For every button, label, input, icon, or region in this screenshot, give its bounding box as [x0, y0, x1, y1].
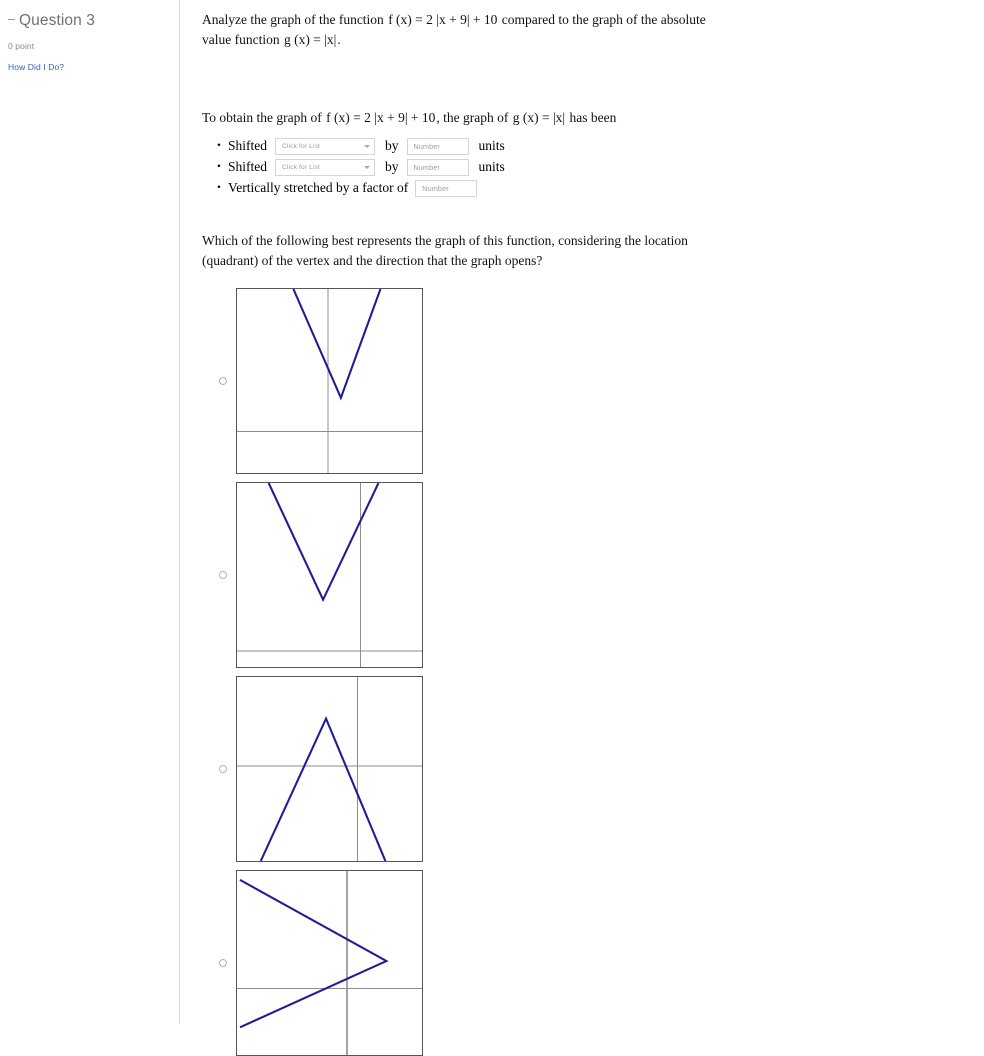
- option-b-graph[interactable]: [236, 482, 423, 668]
- option-row-a[interactable]: [202, 288, 984, 474]
- option-a-radio[interactable]: [219, 377, 227, 385]
- shift-direction-select-2-placeholder: Click for List: [282, 163, 321, 171]
- question-header[interactable]: Question 3: [0, 12, 179, 30]
- shift-label-1: Shifted: [228, 138, 267, 153]
- vertical-stretch-label: Vertically stretched by a factor of: [228, 180, 409, 195]
- prompt-intro-period: .: [337, 32, 341, 47]
- prompt-intro-paragraph: Analyze the graph of the function f (x) …: [202, 10, 732, 50]
- shift-direction-select-1[interactable]: Click for List: [275, 137, 375, 155]
- question-body: Analyze the graph of the function f (x) …: [180, 0, 984, 1056]
- question-page: Question 3 0 point How Did I Do? Analyze…: [0, 0, 984, 1056]
- question-points: 0 point: [8, 41, 35, 51]
- chevron-down-icon: [364, 165, 370, 169]
- choice-question-paragraph: Which of the following best represents t…: [202, 233, 688, 268]
- option-d-graph[interactable]: [236, 870, 423, 1056]
- option-row-b[interactable]: [202, 482, 984, 668]
- function-g-expression-1: g (x) = |x|: [283, 32, 337, 47]
- transform-intro-lead: To obtain the graph of: [202, 110, 322, 125]
- graph-options-group: [202, 288, 984, 1056]
- question-sidebar: Question 3 0 point How Did I Do?: [0, 0, 180, 1024]
- option-c-graph[interactable]: [236, 676, 423, 862]
- vertical-stretch-input[interactable]: [415, 179, 478, 197]
- prompt-intro-lead: Analyze the graph of the function: [202, 12, 384, 27]
- option-c-radio[interactable]: [219, 765, 227, 773]
- chevron-down-icon: [364, 144, 370, 148]
- option-row-d[interactable]: [202, 870, 984, 1056]
- collapse-dash-icon[interactable]: [8, 19, 15, 20]
- transform-intro-paragraph: To obtain the graph of f (x) = 2 |x + 9|…: [202, 108, 732, 128]
- option-a-graph[interactable]: [236, 288, 423, 474]
- how-did-i-do-link[interactable]: How Did I Do?: [0, 51, 179, 72]
- transform-answer-list: Shifted Click for List by units Shifted …: [202, 136, 984, 198]
- option-d-radio[interactable]: [219, 959, 227, 967]
- by-label-2: by: [385, 159, 399, 174]
- transform-intro-trail: has been: [569, 110, 617, 125]
- shift-label-2: Shifted: [228, 159, 267, 174]
- option-b-radio[interactable]: [219, 571, 227, 579]
- units-label-1: units: [478, 138, 505, 153]
- transform-row-2: Shifted Click for List by units: [228, 157, 984, 177]
- transform-intro-middle: , the graph of: [436, 110, 509, 125]
- function-f-expression-2: f (x) = 2 |x + 9| + 10: [326, 110, 436, 125]
- shift-amount-input-1[interactable]: [406, 137, 469, 155]
- function-f-expression-1: f (x) = 2 |x + 9| + 10: [388, 12, 498, 27]
- shift-direction-select-2[interactable]: Click for List: [275, 158, 375, 176]
- shift-direction-select-1-placeholder: Click for List: [282, 142, 321, 150]
- shift-amount-input-2[interactable]: [406, 158, 469, 176]
- option-row-c[interactable]: [202, 676, 984, 862]
- by-label-1: by: [385, 138, 399, 153]
- transform-row-1: Shifted Click for List by units: [228, 136, 984, 156]
- question-title: Question 3: [19, 12, 95, 29]
- units-label-2: units: [478, 159, 505, 174]
- transform-row-3: Vertically stretched by a factor of: [228, 178, 984, 198]
- function-g-expression-2: g (x) = |x|: [512, 110, 566, 125]
